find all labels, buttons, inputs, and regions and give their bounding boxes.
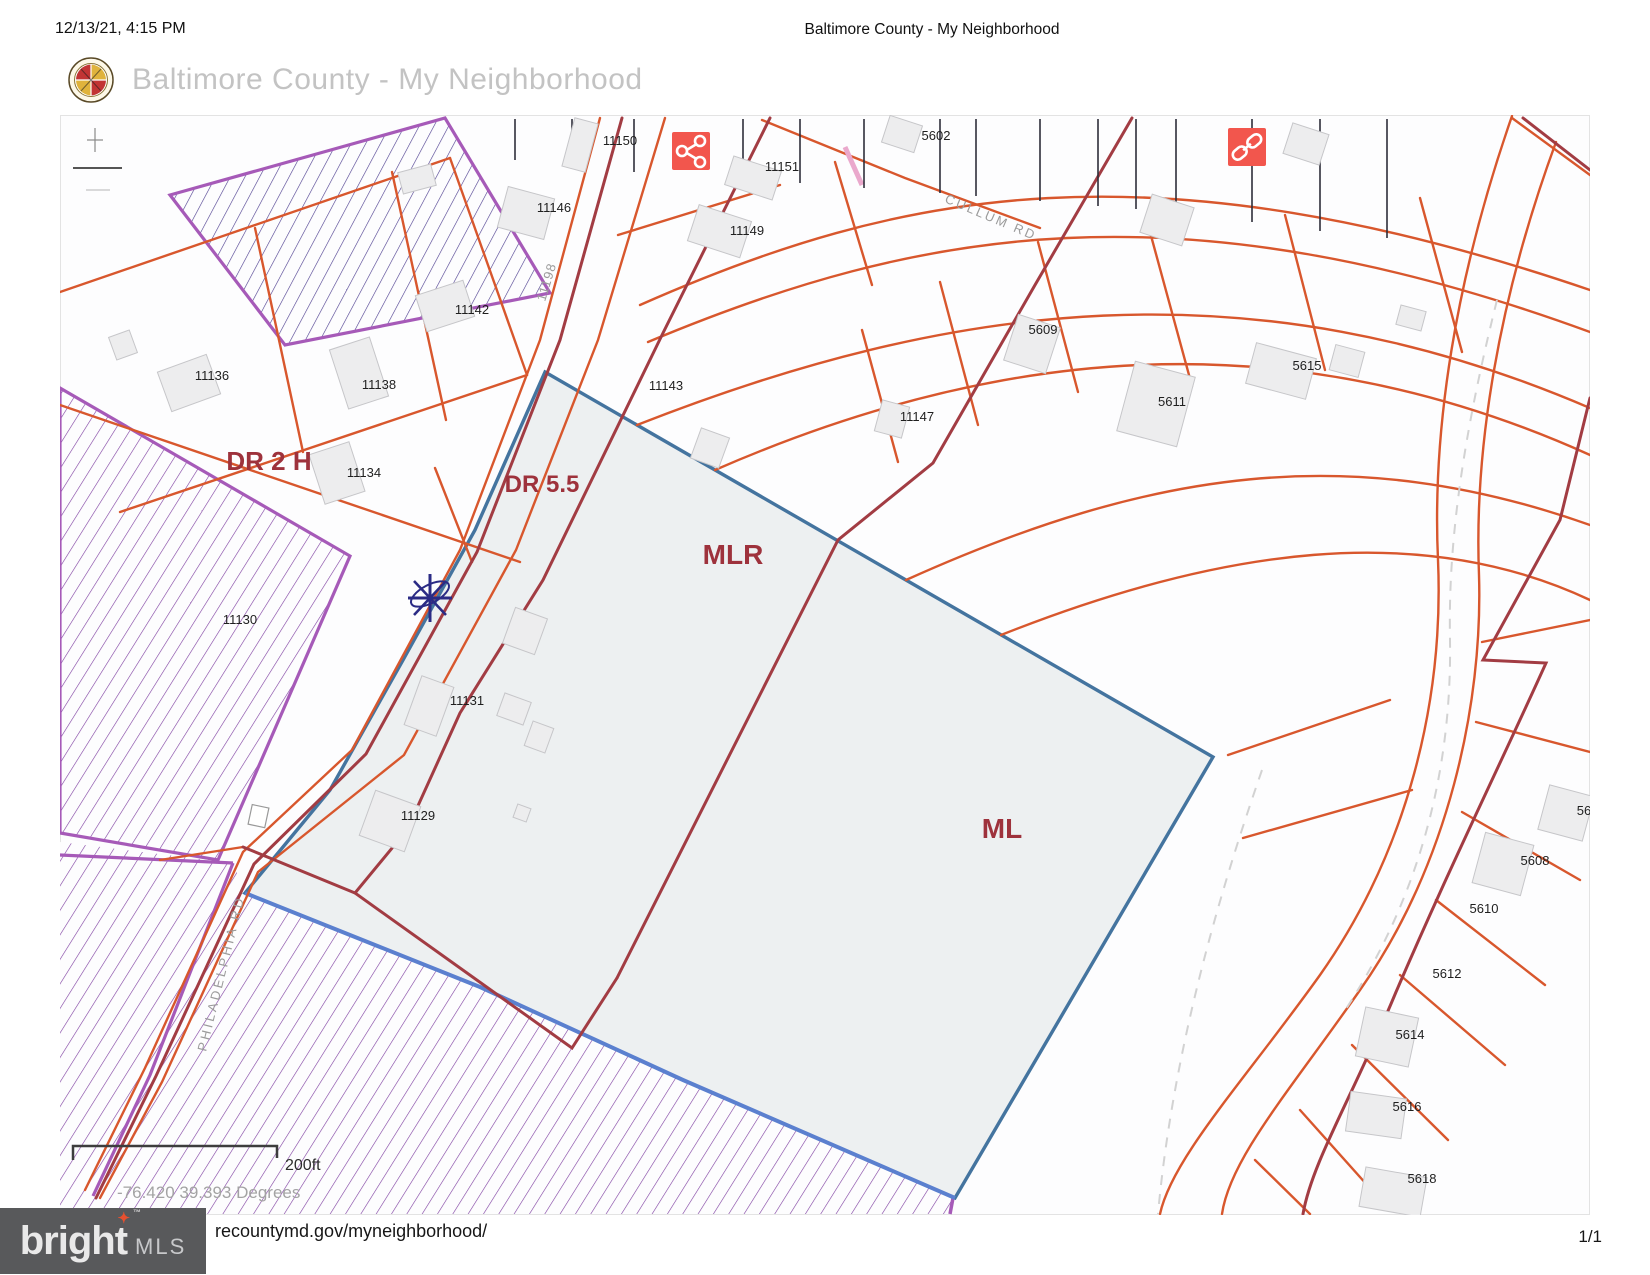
bright-mls-watermark: bright ✦ ™ MLS xyxy=(0,1208,206,1274)
app-title: Baltimore County - My Neighborhood xyxy=(132,63,643,97)
parcel-label: 56 xyxy=(1577,803,1590,818)
parcel-map: 200ft -76.420 39.393 Degrees CULLUM RD 1… xyxy=(60,115,1590,1215)
share-icon[interactable] xyxy=(672,132,710,170)
link-icon[interactable] xyxy=(1228,128,1266,166)
parcel-label: 11150 xyxy=(603,133,637,148)
printed-page: 12/13/21, 4:15 PM Baltimore County - My … xyxy=(0,0,1650,1275)
parcel-label: 5608 xyxy=(1521,853,1550,868)
map-canvas[interactable]: 200ft -76.420 39.393 Degrees CULLUM RD 1… xyxy=(60,115,1590,1215)
parcel-label: 11129 xyxy=(401,808,435,823)
parcel-label: 11130 xyxy=(223,612,257,627)
parcel-label: 11131 xyxy=(450,693,484,708)
parcel-label: 11147 xyxy=(900,409,934,424)
parcel-label: 11134 xyxy=(347,465,381,480)
coordinates-readout: -76.420 39.393 Degrees xyxy=(117,1183,300,1202)
parcel-label: 5609 xyxy=(1029,322,1058,337)
bright-wordmark: bright ✦ ™ xyxy=(20,1221,127,1261)
print-timestamp: 12/13/21, 4:15 PM xyxy=(55,20,186,38)
mls-wordmark: MLS xyxy=(135,1234,186,1260)
subject-property-star-marker xyxy=(407,574,453,622)
parcel-label: 11149 xyxy=(730,223,764,238)
parcel-label: 11151 xyxy=(765,159,799,174)
parcel-label: 11143 xyxy=(649,378,683,393)
scale-label: 200ft xyxy=(285,1157,321,1174)
zone-label: MLR xyxy=(703,539,764,570)
parcel-label: 5616 xyxy=(1393,1099,1422,1114)
parcel-label: 5618 xyxy=(1408,1171,1437,1186)
parcel-label: 5612 xyxy=(1433,966,1462,981)
source-url: recountymd.gov/myneighborhood/ xyxy=(215,1221,487,1242)
zone-label: DR 5.5 xyxy=(505,471,580,498)
parcel-label: 11146 xyxy=(537,200,571,215)
road-marker-box xyxy=(248,805,269,828)
zone-label: DR 2 H xyxy=(226,446,311,476)
parcel-label: 5611 xyxy=(1158,394,1186,409)
parcel-label: 11136 xyxy=(195,368,229,383)
baltimore-county-seal-icon xyxy=(68,56,114,104)
page-number: 1/1 xyxy=(1578,1227,1602,1247)
bright-star-icon: ✦ xyxy=(117,1211,129,1226)
parcel-label: 5614 xyxy=(1396,1027,1425,1042)
parcel-label: 11138 xyxy=(362,377,396,392)
parcel-label: 11142 xyxy=(455,302,489,317)
app-banner: Baltimore County - My Neighborhood xyxy=(68,56,643,104)
zone-label: ML xyxy=(982,813,1022,844)
document-title: Baltimore County - My Neighborhood xyxy=(792,21,1072,39)
parcel-label: 5602 xyxy=(922,128,951,143)
parcel-label: 5615 xyxy=(1293,358,1322,373)
parcel-label: 5610 xyxy=(1470,901,1499,916)
